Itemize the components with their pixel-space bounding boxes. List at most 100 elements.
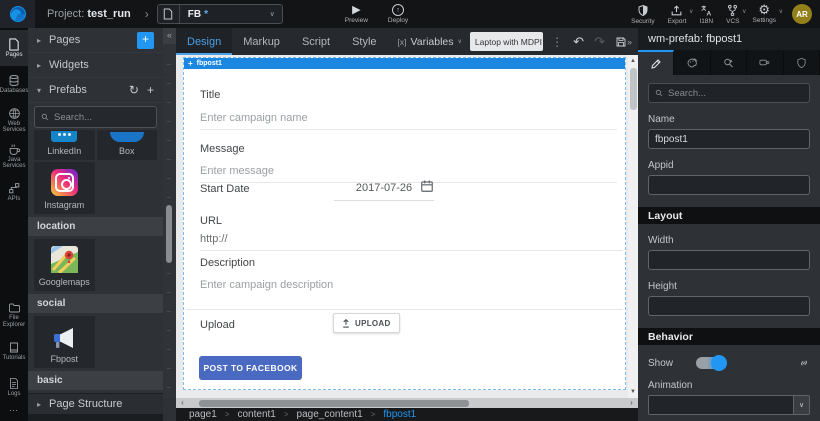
variables-icon: [x] bbox=[398, 37, 407, 47]
appid-field[interactable] bbox=[648, 175, 810, 195]
breadcrumb-page-content1[interactable]: page_content1 bbox=[297, 409, 363, 420]
gear-icon: ⚙ bbox=[758, 4, 770, 16]
scroll-left-icon[interactable]: ‹ bbox=[176, 398, 189, 408]
expand-toolbar-icon[interactable]: » bbox=[627, 37, 632, 47]
scroll-down-icon[interactable]: ▼ bbox=[628, 386, 638, 398]
prefab-tile-instagram[interactable]: Instagram bbox=[34, 162, 95, 214]
collapse-panel-button[interactable]: « bbox=[163, 28, 176, 44]
redo-button[interactable]: ↷ bbox=[594, 35, 605, 48]
undo-button[interactable]: ↶ bbox=[573, 35, 584, 48]
fbpost-widget-selection[interactable]: + fbpost1 Title Enter campaign name Mess… bbox=[183, 57, 626, 390]
breadcrumb-page1[interactable]: page1 bbox=[189, 409, 217, 420]
height-field[interactable] bbox=[648, 296, 810, 316]
variables-button[interactable]: [x] Variables ∨ bbox=[398, 36, 462, 48]
page-file-icon bbox=[158, 5, 180, 23]
prefab-tile-box[interactable]: Box bbox=[97, 130, 158, 160]
animation-select[interactable]: ∨ bbox=[648, 395, 810, 415]
add-page-button[interactable]: + bbox=[137, 32, 154, 49]
breadcrumb-content1[interactable]: content1 bbox=[237, 409, 275, 420]
tab-markup[interactable]: Markup bbox=[232, 28, 291, 55]
rail-item-pages[interactable]: Pages bbox=[0, 30, 28, 66]
rail-item-java-services[interactable]: Java Services bbox=[0, 138, 28, 174]
title-input[interactable]: Enter campaign name bbox=[200, 112, 308, 124]
chevron-down-icon: ∨ bbox=[793, 396, 809, 414]
page-tab-label: FB bbox=[188, 9, 201, 20]
tab-styles[interactable] bbox=[674, 50, 710, 75]
category-social: social bbox=[28, 294, 163, 313]
save-button[interactable] bbox=[615, 36, 627, 48]
deploy-button[interactable]: ↑ Deploy bbox=[388, 4, 408, 24]
section-pages[interactable]: ▸ Pages + bbox=[28, 28, 163, 53]
breadcrumb-fbpost1[interactable]: fbpost1 bbox=[383, 409, 416, 420]
rail-item-logs[interactable]: Logs bbox=[0, 369, 28, 405]
tab-design[interactable]: Design bbox=[176, 28, 232, 55]
ruler-scrollbar-thumb[interactable] bbox=[166, 205, 172, 263]
refresh-prefabs-button[interactable]: ↻ bbox=[129, 83, 139, 97]
tab-properties[interactable] bbox=[638, 50, 674, 75]
coffee-icon bbox=[8, 143, 21, 156]
rail-item-databases[interactable]: Databases bbox=[0, 66, 28, 102]
add-prefab-button[interactable]: + bbox=[147, 83, 154, 97]
canvas-vertical-scrollbar[interactable]: ▲ ▼ bbox=[628, 55, 638, 398]
log-file-icon bbox=[8, 377, 20, 390]
calendar-icon[interactable] bbox=[420, 179, 434, 193]
post-to-facebook-button[interactable]: POST TO FACEBOOK bbox=[199, 356, 302, 380]
settings-button[interactable]: ⚙ ∨ Settings bbox=[753, 4, 777, 24]
bind-property-icon[interactable] bbox=[798, 357, 810, 369]
upload-button[interactable]: UPLOAD bbox=[333, 313, 400, 333]
device-select[interactable]: Laptop with MDPI Screen ∨ bbox=[470, 32, 543, 51]
url-input[interactable]: http:// bbox=[200, 233, 228, 245]
rail-item-apis[interactable]: APIs bbox=[0, 174, 28, 210]
canvas-toolbar: Design Markup Script Style [x] Variables… bbox=[176, 28, 638, 55]
tri-right-icon: ▸ bbox=[37, 400, 41, 409]
more-options-icon[interactable]: ⋯ bbox=[0, 405, 28, 421]
name-field[interactable] bbox=[648, 129, 810, 149]
wavemaker-logo[interactable] bbox=[0, 0, 35, 28]
section-widgets[interactable]: ▸ Widgets bbox=[28, 53, 163, 78]
vcs-button[interactable]: ∨ VCS bbox=[726, 4, 739, 25]
width-field[interactable] bbox=[648, 250, 810, 270]
export-button[interactable]: ∨ Export bbox=[668, 4, 687, 25]
widget-selection-header[interactable]: + fbpost1 bbox=[184, 58, 625, 69]
tab-security[interactable] bbox=[784, 50, 820, 75]
horizontal-scroll-thumb[interactable] bbox=[199, 400, 469, 407]
start-date-input[interactable]: 2017-07-26 bbox=[334, 182, 434, 194]
section-divider bbox=[186, 309, 623, 310]
prefab-tile-linkedin[interactable]: LinkedIn bbox=[34, 130, 95, 160]
rail-item-file-explorer[interactable]: File Explorer bbox=[0, 297, 28, 333]
tab-events[interactable] bbox=[711, 50, 747, 75]
i18n-button[interactable]: A I18N bbox=[699, 4, 713, 25]
section-prefabs[interactable]: ▾ Prefabs ↻ + bbox=[28, 78, 163, 103]
chevron-down-icon: ∨ bbox=[742, 8, 746, 15]
tri-down-icon: ▾ bbox=[37, 86, 41, 95]
height-label: Height bbox=[648, 281, 810, 292]
tri-right-icon: ▸ bbox=[37, 36, 41, 45]
scroll-right-icon[interactable]: › bbox=[625, 398, 638, 408]
vertical-scroll-thumb[interactable] bbox=[630, 68, 637, 110]
prefab-tile-fbpost[interactable]: Fbpost bbox=[34, 316, 95, 368]
scroll-up-icon[interactable]: ▲ bbox=[628, 55, 638, 67]
rail-item-tutorials[interactable]: Tutorials bbox=[0, 333, 28, 369]
section-page-structure[interactable]: ▸ Page Structure bbox=[28, 393, 163, 414]
tab-style[interactable]: Style bbox=[341, 28, 387, 55]
description-input[interactable]: Enter campaign description bbox=[200, 279, 333, 291]
prefab-tile-googlemaps[interactable]: Googlemaps bbox=[34, 239, 95, 291]
horizontal-scroll-track[interactable] bbox=[189, 398, 625, 408]
prefab-grid: LinkedIn Box bbox=[28, 130, 163, 160]
tab-media[interactable] bbox=[747, 50, 783, 75]
user-avatar[interactable]: AR bbox=[792, 4, 812, 24]
design-canvas[interactable]: + fbpost1 Title Enter campaign name Mess… bbox=[176, 55, 638, 398]
property-search-input[interactable]: Search... bbox=[648, 83, 810, 103]
message-input[interactable]: Enter message bbox=[200, 165, 274, 177]
rail-spacer bbox=[0, 210, 28, 297]
linkedin-icon bbox=[51, 131, 77, 142]
page-tab-dropdown[interactable]: FB * ∨ bbox=[157, 4, 283, 24]
kebab-menu-icon[interactable]: ⋮ bbox=[551, 35, 563, 49]
prefab-search-input[interactable]: Search... bbox=[34, 106, 157, 128]
preview-button[interactable]: ▶ Preview bbox=[345, 4, 368, 24]
canvas-horizontal-scrollbar[interactable]: ‹ › bbox=[176, 398, 638, 408]
show-toggle[interactable] bbox=[696, 357, 726, 369]
rail-item-web-services[interactable]: Web Services bbox=[0, 102, 28, 138]
tab-script[interactable]: Script bbox=[291, 28, 341, 55]
security-button[interactable]: Security bbox=[631, 4, 654, 25]
